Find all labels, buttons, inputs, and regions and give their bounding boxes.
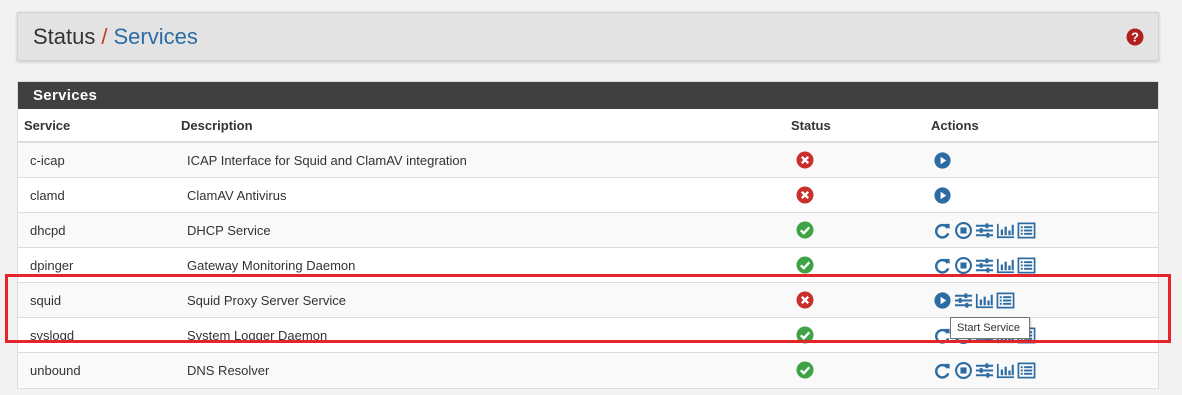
- action-icons: [933, 290, 1158, 310]
- logs-icon[interactable]: [1017, 221, 1036, 240]
- running-status-icon: [796, 361, 814, 379]
- action-icons: [933, 150, 1158, 170]
- status-cell: [791, 282, 931, 318]
- start-service-tooltip: Start Service: [950, 317, 1030, 339]
- panel-title: Services: [18, 82, 1158, 109]
- restart-service-icon[interactable]: [933, 221, 952, 240]
- service-name: clamd: [18, 177, 181, 213]
- action-icons: [933, 255, 1158, 275]
- status-graph-icon[interactable]: [996, 221, 1015, 240]
- status-cell: [791, 177, 931, 213]
- actions-cell: [931, 282, 1158, 318]
- status-cell: [791, 317, 931, 353]
- service-name: dpinger: [18, 247, 181, 283]
- service-description: System Logger Daemon: [181, 317, 791, 353]
- table-row: dhcpd DHCP Service: [18, 212, 1158, 248]
- stop-service-icon[interactable]: [954, 221, 973, 240]
- service-name: syslogd: [18, 317, 181, 353]
- running-status-icon: [796, 256, 814, 274]
- settings-icon[interactable]: [954, 291, 973, 310]
- table-row: unbound DNS Resolver: [18, 352, 1158, 387]
- settings-icon[interactable]: [975, 221, 994, 240]
- page-header: Status / Services ?: [17, 12, 1159, 61]
- service-name: dhcpd: [18, 212, 181, 248]
- restart-service-icon[interactable]: [933, 361, 952, 380]
- breadcrumb-services[interactable]: Services: [114, 24, 198, 49]
- service-description: ICAP Interface for Squid and ClamAV inte…: [187, 152, 467, 168]
- service-name: squid: [18, 282, 181, 318]
- service-name: c-icap: [30, 152, 65, 168]
- table-header-row: Service Description Status Actions: [18, 109, 1158, 143]
- running-status-icon: [796, 221, 814, 239]
- logs-icon[interactable]: [996, 291, 1015, 310]
- svg-text:?: ?: [1131, 30, 1139, 45]
- action-icons: [933, 360, 1158, 380]
- logs-icon[interactable]: [1017, 361, 1036, 380]
- actions-cell: [931, 177, 1158, 213]
- services-panel: Services Service Description Status Acti…: [17, 81, 1159, 389]
- breadcrumb-separator: /: [101, 24, 108, 49]
- table-row: dpinger Gateway Monitoring Daemon: [18, 247, 1158, 283]
- logs-icon[interactable]: [1017, 256, 1036, 275]
- status-graph-icon[interactable]: [996, 361, 1015, 380]
- settings-icon[interactable]: [975, 256, 994, 275]
- header-status: Status: [791, 109, 931, 143]
- breadcrumb: Status / Services: [33, 24, 198, 50]
- actions-cell: [931, 247, 1158, 283]
- table-row: clamd ClamAV Antivirus: [18, 177, 1158, 213]
- service-description: ClamAV Antivirus: [181, 177, 791, 213]
- stop-service-icon[interactable]: [954, 361, 973, 380]
- status-graph-icon[interactable]: [996, 256, 1015, 275]
- service-name: unbound: [18, 352, 181, 387]
- stopped-status-icon: [796, 151, 814, 169]
- actions-cell: [931, 212, 1158, 248]
- status-cell: [791, 212, 931, 248]
- restart-service-icon[interactable]: [933, 256, 952, 275]
- actions-cell: [931, 352, 1158, 387]
- running-status-icon: [796, 326, 814, 344]
- actions-cell: [931, 142, 1158, 178]
- table-row: squid Squid Proxy Server Service: [18, 282, 1158, 318]
- settings-icon[interactable]: [975, 361, 994, 380]
- table-row: c-icap ICAP Interface for Squid and ClamA…: [18, 142, 1158, 178]
- status-cell: [791, 247, 931, 283]
- service-description: Gateway Monitoring Daemon: [181, 247, 791, 283]
- service-description: DHCP Service: [181, 212, 791, 248]
- status-cell: [791, 352, 931, 387]
- stopped-status-icon: [796, 186, 814, 204]
- stopped-status-icon: [796, 291, 814, 309]
- start-service-icon[interactable]: [933, 186, 952, 205]
- action-icons: [933, 220, 1158, 240]
- stop-service-icon[interactable]: [954, 256, 973, 275]
- start-service-icon[interactable]: [933, 291, 952, 310]
- service-description: DNS Resolver: [181, 352, 791, 387]
- service-description: Squid Proxy Server Service: [181, 282, 791, 318]
- services-table: Service Description Status Actions c-ica…: [18, 109, 1158, 387]
- status-cell: [791, 142, 931, 178]
- status-graph-icon[interactable]: [975, 291, 994, 310]
- header-description: Description: [181, 109, 791, 143]
- action-icons: [933, 185, 1158, 205]
- start-service-icon[interactable]: [933, 151, 952, 170]
- help-icon[interactable]: ?: [1126, 28, 1144, 46]
- breadcrumb-status[interactable]: Status: [33, 24, 95, 49]
- header-service: Service: [18, 109, 181, 143]
- header-actions: Actions: [931, 109, 1158, 143]
